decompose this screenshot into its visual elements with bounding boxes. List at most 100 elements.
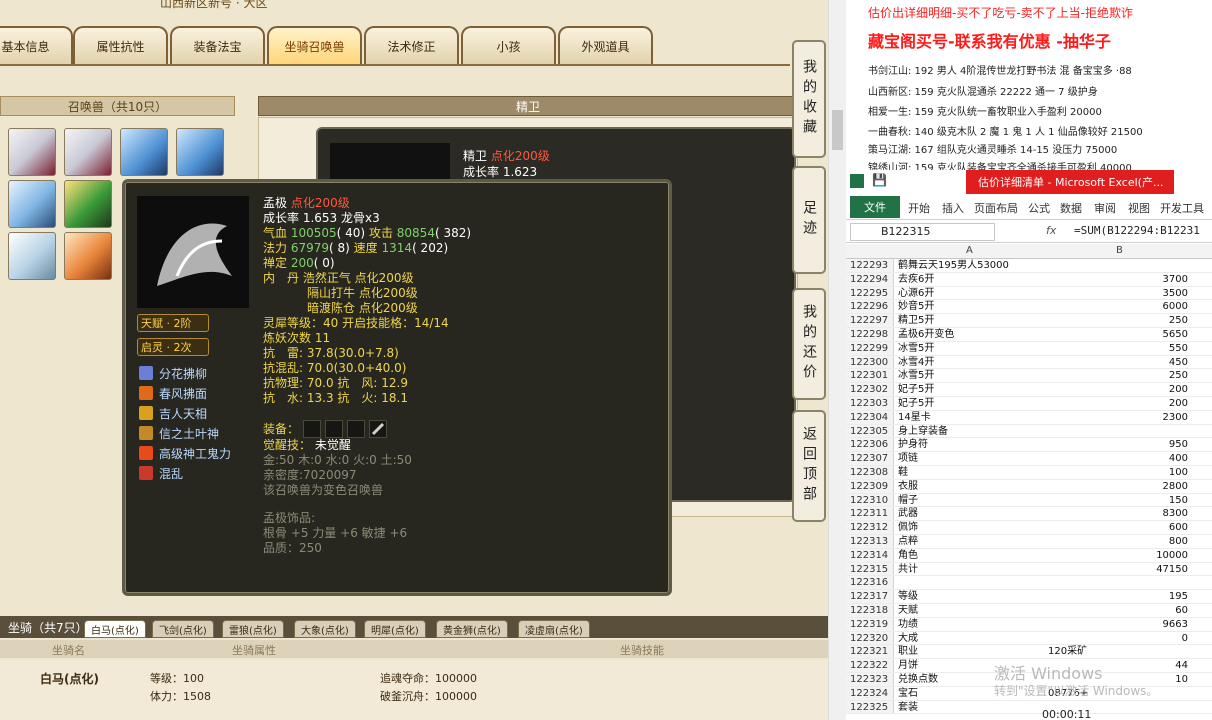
back-to-top-button[interactable]: 返回顶部: [792, 410, 826, 522]
cell-b[interactable]: 200: [1048, 383, 1188, 397]
cell-a[interactable]: 天赋: [898, 604, 1048, 618]
cell-b[interactable]: 195: [1048, 590, 1188, 604]
cell-a[interactable]: 14星卡: [898, 411, 1048, 425]
cell-b[interactable]: 950: [1048, 438, 1188, 452]
cell-a[interactable]: 精卫5开: [898, 314, 1048, 328]
cell-a[interactable]: 冰雪5开: [898, 342, 1048, 356]
cell-b[interactable]: 250: [1048, 369, 1188, 383]
row-number[interactable]: 122311: [846, 507, 894, 521]
cell-a[interactable]: 鞋: [898, 466, 1048, 480]
mount-tab[interactable]: 明犀(点化): [364, 620, 426, 638]
row-number[interactable]: 122309: [846, 479, 894, 493]
equip-slot[interactable]: [369, 420, 387, 438]
cell-a[interactable]: 大成: [898, 632, 1048, 646]
scrollbar-thumb[interactable]: [832, 110, 843, 150]
row-number[interactable]: 122308: [846, 465, 894, 479]
row-number[interactable]: 122325: [846, 700, 894, 714]
equip-slot[interactable]: [347, 420, 365, 438]
summon-slot[interactable]: [8, 180, 56, 228]
cell-a[interactable]: 职业: [898, 645, 1048, 659]
summon-slot[interactable]: [8, 128, 56, 176]
row-number[interactable]: 122304: [846, 410, 894, 424]
cell-b[interactable]: 550: [1048, 342, 1188, 356]
cell-b[interactable]: 8300: [1048, 507, 1188, 521]
row-number[interactable]: 122319: [846, 617, 894, 631]
cell-a[interactable]: 去疾6开: [898, 273, 1048, 287]
skill-item[interactable]: 吉人天相: [139, 404, 207, 422]
mount-tab[interactable]: 凌虚扇(点化): [518, 620, 590, 638]
skill-item[interactable]: 春风拂面: [139, 384, 207, 402]
row-number[interactable]: 122314: [846, 548, 894, 562]
mount-tab[interactable]: 雷狼(点化): [222, 620, 284, 638]
mount-tab[interactable]: 白马(点化): [84, 620, 146, 638]
summon-slot[interactable]: [64, 128, 112, 176]
skill-item[interactable]: 分花拂柳: [139, 364, 207, 382]
cell-b[interactable]: 100: [1048, 466, 1188, 480]
cell-a[interactable]: 鹤舞云天195男人53000: [898, 259, 1048, 273]
cell-b[interactable]: 60: [1048, 604, 1188, 618]
cell-a[interactable]: 点粹: [898, 535, 1048, 549]
equip-slot[interactable]: [303, 420, 321, 438]
cell-a[interactable]: 冰雪5开: [898, 369, 1048, 383]
row-number[interactable]: 122317: [846, 590, 894, 603]
row-number[interactable]: 122313: [846, 534, 894, 548]
row-number[interactable]: 122315: [846, 562, 894, 576]
tab-spell-correction[interactable]: 法术修正: [364, 26, 459, 64]
cell-b[interactable]: 47150: [1048, 563, 1188, 577]
cell-a[interactable]: 护身符: [898, 438, 1048, 452]
cell-b[interactable]: 6000: [1048, 300, 1188, 314]
row-number[interactable]: 122302: [846, 383, 894, 396]
cell-a[interactable]: 妃子5开: [898, 397, 1048, 411]
summon-slot[interactable]: [120, 128, 168, 176]
row-number[interactable]: 122299: [846, 341, 894, 355]
row-number[interactable]: 122296: [846, 300, 894, 314]
row-number[interactable]: 122294: [846, 272, 894, 286]
row-number[interactable]: 122318: [846, 603, 894, 617]
cell-b[interactable]: 800: [1048, 535, 1188, 549]
ribbon-tab[interactable]: 插入: [942, 200, 964, 216]
cell-a[interactable]: 武器: [898, 507, 1048, 521]
cell-a[interactable]: 衣服: [898, 480, 1048, 494]
mount-tab[interactable]: 大象(点化): [294, 620, 356, 638]
row-number[interactable]: 122307: [846, 452, 894, 465]
formula-input[interactable]: =SUM(B122294:B12231: [1074, 224, 1200, 237]
ribbon-tab[interactable]: 审阅: [1094, 200, 1116, 216]
tab-attributes[interactable]: 属性抗性: [73, 26, 168, 64]
ribbon-tab[interactable]: 页面布局: [974, 200, 1018, 216]
skill-item[interactable]: 高级神工鬼力: [139, 444, 231, 462]
cell-a[interactable]: 冰雪4开: [898, 356, 1048, 370]
skill-item[interactable]: 混乱: [139, 464, 183, 482]
row-number[interactable]: 122320: [846, 631, 894, 645]
page-scrollbar[interactable]: [828, 0, 846, 720]
row-number[interactable]: 122321: [846, 645, 894, 659]
cell-a[interactable]: 佩饰: [898, 521, 1048, 535]
row-number[interactable]: 122312: [846, 521, 894, 534]
row-number[interactable]: 122303: [846, 396, 894, 410]
ribbon-tab[interactable]: 视图: [1128, 200, 1150, 216]
cell-b[interactable]: 120采矿: [1048, 645, 1188, 659]
cell-a[interactable]: 共计: [898, 563, 1048, 577]
cell-b[interactable]: 250: [1048, 314, 1188, 328]
cell-b[interactable]: 450: [1048, 356, 1188, 370]
cell-b[interactable]: 9663: [1048, 618, 1188, 632]
cell-a[interactable]: 等级: [898, 590, 1048, 604]
column-b-header[interactable]: B: [1116, 245, 1123, 256]
cell-b[interactable]: 10000: [1048, 549, 1188, 563]
row-number[interactable]: 122297: [846, 314, 894, 327]
ribbon-tab[interactable]: 开始: [908, 200, 930, 216]
cell-b[interactable]: 150: [1048, 494, 1188, 508]
ribbon-tab[interactable]: 数据: [1060, 200, 1082, 216]
cell-b[interactable]: 3500: [1048, 287, 1188, 301]
fx-icon[interactable]: fx: [1046, 224, 1056, 237]
row-number[interactable]: 122300: [846, 355, 894, 369]
row-number[interactable]: 122310: [846, 493, 894, 507]
save-icon[interactable]: 💾: [872, 173, 887, 187]
summon-slot[interactable]: [176, 128, 224, 176]
row-number[interactable]: 122324: [846, 686, 894, 700]
summon-slot[interactable]: [64, 180, 112, 228]
tab-equipment[interactable]: 装备法宝: [170, 26, 265, 64]
cell-b[interactable]: 2300: [1048, 411, 1188, 425]
row-number[interactable]: 122293: [846, 259, 894, 272]
tab-mount-summon[interactable]: 坐骑召唤兽: [267, 26, 362, 64]
cell-a[interactable]: 项链: [898, 452, 1048, 466]
